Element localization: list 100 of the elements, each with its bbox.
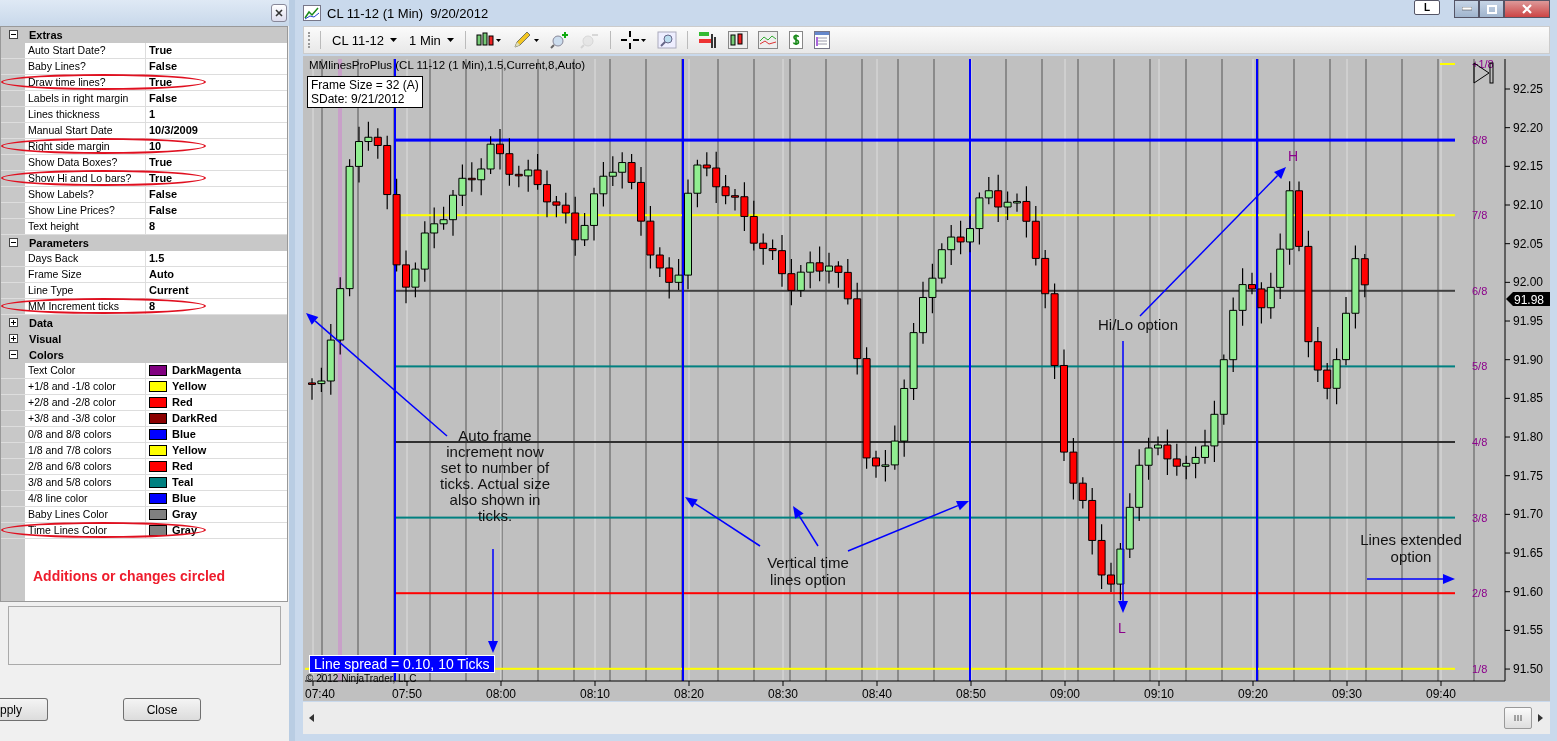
time-tick-label: 09:40 — [1426, 687, 1456, 701]
chart-icon — [303, 5, 321, 21]
property-value[interactable]: Blue — [172, 491, 196, 506]
properties-icon — [813, 31, 830, 49]
right-arrow-icon[interactable] — [1538, 714, 1544, 722]
price-tag: 91.98 — [1506, 292, 1550, 307]
collapse-icon[interactable] — [8, 30, 18, 39]
line-level-label: 5/8 — [1472, 360, 1488, 373]
property-value[interactable]: True — [149, 155, 173, 170]
property-value[interactable]: Red — [172, 395, 193, 410]
annotation-text: Lines extended option — [1359, 531, 1463, 565]
annotation-text: Hi/Lo option — [1096, 316, 1180, 333]
property-value[interactable]: 8 — [149, 299, 156, 314]
close-icon — [275, 9, 283, 17]
interval-dropdown[interactable]: 1 Min — [405, 32, 458, 48]
property-label: +3/8 and -3/8 color — [25, 411, 146, 426]
instrument-dropdown[interactable]: CL 11-12 — [328, 32, 402, 48]
close-button[interactable]: Close — [123, 698, 201, 721]
desktop-button[interactable]: L — [1414, 0, 1440, 15]
property-value[interactable]: Current — [149, 283, 189, 298]
apply-button[interactable]: pply — [0, 698, 48, 721]
maximize-button[interactable] — [1479, 0, 1504, 18]
line-level-label: 8/8 — [1472, 133, 1488, 146]
horizontal-scrollbar[interactable] — [303, 702, 1550, 734]
property-value[interactable]: False — [149, 59, 178, 74]
low-marker: L — [1118, 620, 1126, 636]
close-button[interactable] — [271, 4, 287, 22]
category-title: Parameters — [28, 236, 89, 249]
property-value[interactable]: 1 — [149, 107, 156, 122]
price-tick-label: 91.50 — [1513, 662, 1544, 677]
property-label: Right side margin — [25, 139, 146, 154]
property-value[interactable]: Yellow — [172, 379, 207, 394]
property-value[interactable]: Blue — [172, 427, 196, 442]
end-marker-icon — [1473, 62, 1494, 84]
time-tick-label: 09:10 — [1144, 687, 1174, 701]
property-value[interactable]: 1.5 — [149, 251, 165, 266]
time-tick-label: 08:40 — [862, 687, 892, 701]
candlestick-icon — [727, 31, 748, 49]
property-label: 1/8 and 7/8 colors — [25, 443, 146, 458]
annotation-text: Vertical time lines option — [766, 554, 850, 588]
crosshair-icon — [620, 31, 647, 49]
property-value[interactable]: True — [149, 43, 173, 58]
candlestick-icon — [475, 31, 502, 49]
property-value[interactable]: 10/3/2009 — [149, 123, 198, 138]
close-icon — [1522, 4, 1532, 14]
copyright-text: © 2012 NinjaTrader, LLC — [306, 673, 417, 684]
category-title: Extras — [28, 28, 63, 41]
time-tick-label: 08:20 — [674, 687, 704, 701]
property-value[interactable]: Yellow — [172, 443, 207, 458]
line-level-label: 4/8 — [1472, 436, 1488, 448]
line-chart-icon — [757, 31, 778, 49]
line-level-label: 6/8 — [1472, 284, 1488, 297]
property-value[interactable]: Teal — [172, 475, 194, 490]
pencil-icon — [511, 31, 540, 49]
collapse-icon[interactable] — [8, 238, 18, 247]
time-tick-label: 09:00 — [1050, 687, 1080, 701]
property-value[interactable]: Gray — [172, 507, 198, 522]
window-title: CL 11-12 (1 Min) 9/20/2012 — [327, 5, 489, 21]
property-label: +1/8 and -1/8 color — [25, 379, 146, 394]
property-label: MM Increment ticks — [25, 299, 146, 314]
price-tick-label: 92.20 — [1513, 120, 1544, 135]
price-tick-label: 92.10 — [1513, 198, 1544, 212]
property-value[interactable]: Red — [172, 459, 193, 474]
property-value[interactable]: Gray — [172, 523, 198, 538]
property-value[interactable]: DarkRed — [172, 411, 218, 426]
zoom-in-icon — [549, 31, 570, 49]
time-tick-label: 08:30 — [768, 687, 798, 701]
property-label: 0/8 and 8/8 colors — [25, 427, 146, 442]
price-tick-label: 91.80 — [1513, 430, 1544, 445]
property-value[interactable]: True — [149, 171, 173, 186]
time-tick-label: 07:50 — [392, 687, 422, 701]
property-label: Auto Start Date? — [25, 43, 146, 58]
price-tick-label: 92.05 — [1513, 236, 1544, 251]
property-value[interactable]: 8 — [149, 219, 156, 234]
left-arrow-icon[interactable] — [309, 714, 315, 722]
minimize-button[interactable] — [1454, 0, 1479, 18]
spread-label: Line spread = 0.10, 10 Ticks — [309, 655, 495, 673]
price-tick-label: 91.90 — [1513, 352, 1544, 367]
property-label: Text height — [25, 219, 146, 234]
price-tick-label: 91.55 — [1513, 623, 1544, 638]
scroll-thumb[interactable] — [1504, 707, 1532, 729]
property-label: Line Type — [25, 283, 146, 298]
property-label: Lines thickness — [25, 107, 146, 122]
expand-icon[interactable] — [8, 318, 18, 327]
collapse-icon[interactable] — [8, 350, 18, 359]
toolbar-grip[interactable] — [308, 32, 313, 48]
property-value[interactable]: False — [149, 91, 178, 106]
property-value[interactable]: True — [149, 75, 173, 90]
expand-icon[interactable] — [8, 334, 18, 343]
property-label: 2/8 and 6/8 colors — [25, 459, 146, 474]
property-value[interactable]: DarkMagenta — [172, 363, 242, 378]
property-value[interactable]: False — [149, 187, 178, 202]
price-tick-label: 91.75 — [1513, 468, 1544, 483]
bars-icon — [697, 31, 718, 49]
close-button[interactable] — [1504, 0, 1550, 18]
property-value[interactable]: False — [149, 203, 178, 218]
property-label: Baby Lines Color — [25, 507, 146, 522]
property-value[interactable]: 10 — [149, 139, 162, 154]
price-tick-label: 91.70 — [1513, 507, 1544, 522]
property-value[interactable]: Auto — [149, 267, 175, 282]
